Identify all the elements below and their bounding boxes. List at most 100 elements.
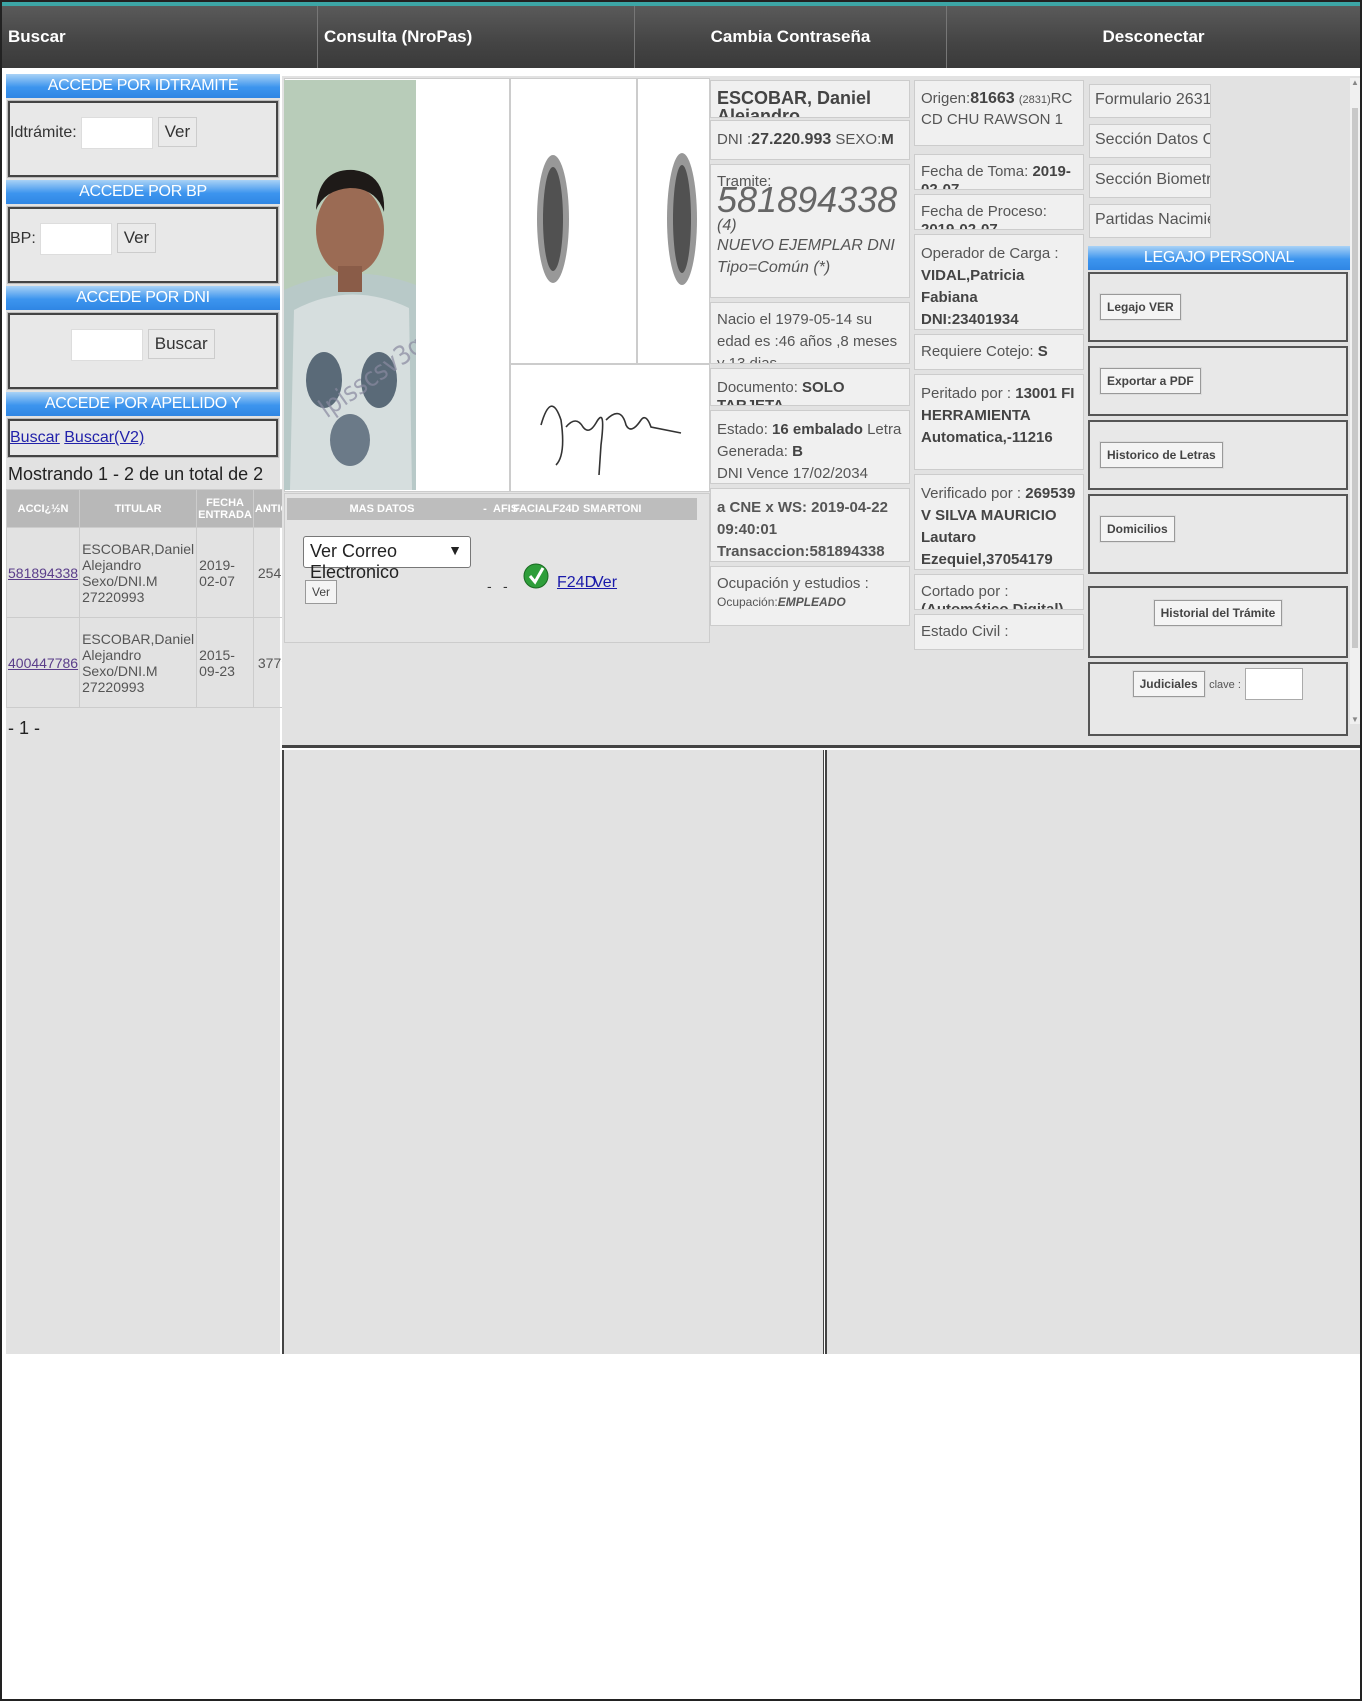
nav-consulta[interactable]: Consulta (NroPas) xyxy=(318,6,635,68)
nav-cambia-contrasena[interactable]: Cambia Contraseña xyxy=(635,6,947,68)
f24d-link[interactable]: F24D xyxy=(557,574,596,592)
legajo-ver-box: Legajo VER xyxy=(1088,272,1348,342)
buscar-v2-link[interactable]: Buscar(V2) xyxy=(64,429,144,446)
row-accion-link[interactable]: 400447786 xyxy=(8,655,78,671)
tramite-suffix: (4) xyxy=(717,217,737,234)
vence-text: DNI Vence 17/02/2034 (Remito: xyxy=(717,465,868,482)
historial-tramite-button[interactable]: Historial del Trámite xyxy=(1153,600,1283,626)
smartoni-ver-label: Ver xyxy=(593,574,618,591)
historico-letras-box: Historico de Letras xyxy=(1088,420,1348,490)
tramite-info: Tramite: 581894338 (4) NUEVO EJEMPLAR DN… xyxy=(710,164,910,298)
portrait-image: lpisscsv3g xyxy=(284,80,416,490)
smartoni-ver-link[interactable]: Ver xyxy=(593,574,617,592)
bp-input[interactable] xyxy=(40,223,113,255)
chevron-down-icon: ▼ xyxy=(448,542,462,558)
dni-value: 27.220.993 xyxy=(751,131,832,148)
buscar-link[interactable]: Buscar xyxy=(10,429,60,446)
sexo-value: M xyxy=(881,131,894,148)
ocupacion-value: EMPLEADO xyxy=(777,595,846,609)
nav-desconectar[interactable]: Desconectar xyxy=(947,6,1360,68)
afis-header: AFIS xyxy=(493,503,519,515)
mas-datos-ver-button[interactable]: Ver xyxy=(305,580,338,604)
documento-label: Documento: xyxy=(717,379,798,396)
row-fecha: 2015-09-23 xyxy=(196,617,254,708)
scroll-up-icon[interactable]: ▲ xyxy=(1351,78,1359,87)
estado-info: Estado: 16 embalado Letra Generada: B DN… xyxy=(710,410,910,484)
legajo-header: LEGAJO PERSONAL xyxy=(1088,246,1350,270)
afis-cell: - xyxy=(503,578,508,594)
signature-cell xyxy=(510,364,710,492)
dni-buscar-button[interactable]: Buscar xyxy=(147,329,215,360)
origen-value: 81663 xyxy=(970,90,1015,107)
cortado-label: Cortado por : xyxy=(921,583,1009,600)
fingerprint-right-cell xyxy=(637,78,710,364)
row-titular: ESCOBAR,Daniel Alejandro Sexo/DNI.M 2722… xyxy=(79,617,198,708)
facial-header: FACIAL xyxy=(513,503,553,515)
bp-ver-button[interactable]: Ver xyxy=(116,223,157,254)
operador-label: Operador de Carga : xyxy=(921,245,1059,262)
portrait-photo: lpisscsv3g xyxy=(284,80,416,490)
historial-tramite-box: Historial del Trámite xyxy=(1088,586,1348,658)
dash-cell: - xyxy=(487,578,492,594)
cne-info: a CNE x WS: 2019-04-22 09:40:01 Transacc… xyxy=(710,488,910,562)
tramite-number: 581894338 xyxy=(717,179,898,220)
peritado-label: Peritado por : xyxy=(921,385,1012,402)
seccion-datos-caja-link[interactable]: Sección Datos Caja xyxy=(1089,124,1211,158)
apellido-section: Buscar Buscar(V2) xyxy=(7,418,279,458)
bp-header: ACCEDE POR BP xyxy=(6,180,280,204)
formulario-link[interactable]: Formulario 2631090449 xyxy=(1089,84,1211,118)
dni-input[interactable] xyxy=(71,329,144,361)
smartoni-header: SMARTONI xyxy=(583,503,642,515)
pager: - 1 - xyxy=(8,718,41,738)
seccion-biometria-caja-link[interactable]: Sección Biometría Caja xyxy=(1089,164,1211,198)
mas-datos-header: MAS DATOS xyxy=(349,503,415,515)
nav-cambia-label: Cambia Contraseña xyxy=(710,27,871,46)
ocupacion-sub-label: Ocupación: xyxy=(717,595,778,609)
proceso-value: 2019-02-07 xyxy=(921,221,998,230)
mas-datos-select[interactable]: Ver Correo Electronico ▼ xyxy=(303,536,471,582)
peritado-info: Peritado por : 13001 FI HERRAMIENTA Auto… xyxy=(914,374,1084,470)
exportar-pdf-box: Exportar a PDF xyxy=(1088,346,1348,416)
judiciales-button[interactable]: Judiciales xyxy=(1132,671,1205,698)
scroll-down-icon[interactable]: ▼ xyxy=(1351,715,1359,724)
idtramite-ver-button[interactable]: Ver xyxy=(157,117,198,148)
verificado-label: Verificado por : xyxy=(921,485,1022,502)
bp-section: BP: Ver xyxy=(7,206,279,284)
operador-value: VIDAL,Patricia Fabiana DNI:23401934 xyxy=(921,267,1025,328)
domicilios-button[interactable]: Domicilios xyxy=(1100,516,1175,542)
dni-header: ACCEDE POR DNI xyxy=(6,286,280,310)
nav-consulta-label: Consulta (NroPas) xyxy=(324,27,473,46)
fecha-toma: Fecha de Toma: 2019-02-07 xyxy=(914,154,1084,190)
estado-civil: Estado Civil : xyxy=(914,614,1084,650)
facial-ok-icon xyxy=(523,556,549,601)
left-panel: ACCEDE POR IDTRAMITE Idtrámite: Ver ACCE… xyxy=(5,74,331,1354)
legajo-ver-button[interactable]: Legajo VER xyxy=(1100,294,1181,320)
partidas-nacimiento-link[interactable]: Partidas Nacimiento Caja xyxy=(1089,204,1211,238)
origen-info: Origen:81663 (2831)RC CD CHU RAWSON 1 xyxy=(914,80,1084,146)
right-scrollbar[interactable]: ▲ ▼ xyxy=(1350,78,1360,724)
clave-input[interactable] xyxy=(1245,668,1304,700)
lower-left-pane xyxy=(282,750,824,1354)
signature-image xyxy=(540,405,682,476)
cortado-value: (Automático Digital) xyxy=(921,601,1064,610)
cotejo-label: Requiere Cotejo: xyxy=(921,343,1034,360)
judiciales-box: Judiciales clave : xyxy=(1088,662,1348,736)
apellido-header: ACCEDE POR APELLIDO Y NOMBRES xyxy=(6,392,280,436)
col-fecha-header: FECHA ENTRADA xyxy=(196,489,254,528)
origen-label: Origen: xyxy=(921,90,971,107)
nav-desconectar-label: Desconectar xyxy=(1102,27,1205,46)
operador-info: Operador de Carga : VIDAL,Patricia Fabia… xyxy=(914,234,1084,330)
person-name: ESCOBAR, Daniel Alejandro xyxy=(710,80,910,118)
row-fecha: 2019-02-07 xyxy=(196,527,254,618)
col-accion-header: ACCI¿½N xyxy=(5,489,81,528)
idtramite-input[interactable] xyxy=(81,117,154,149)
fingerprint-right-icon xyxy=(667,153,697,285)
f24d-header: F24D xyxy=(552,503,580,515)
result-count: Mostrando 1 - 2 de un total de 2 xyxy=(8,464,264,484)
row-accion-link[interactable]: 581894338 xyxy=(8,565,78,581)
scrollbar-thumb[interactable] xyxy=(1352,108,1358,648)
nav-buscar[interactable]: Buscar xyxy=(2,6,318,68)
exportar-pdf-button[interactable]: Exportar a PDF xyxy=(1100,368,1201,394)
historico-letras-button[interactable]: Historico de Letras xyxy=(1100,442,1223,468)
transaccion-text: Transaccion:581894338 xyxy=(717,543,885,560)
